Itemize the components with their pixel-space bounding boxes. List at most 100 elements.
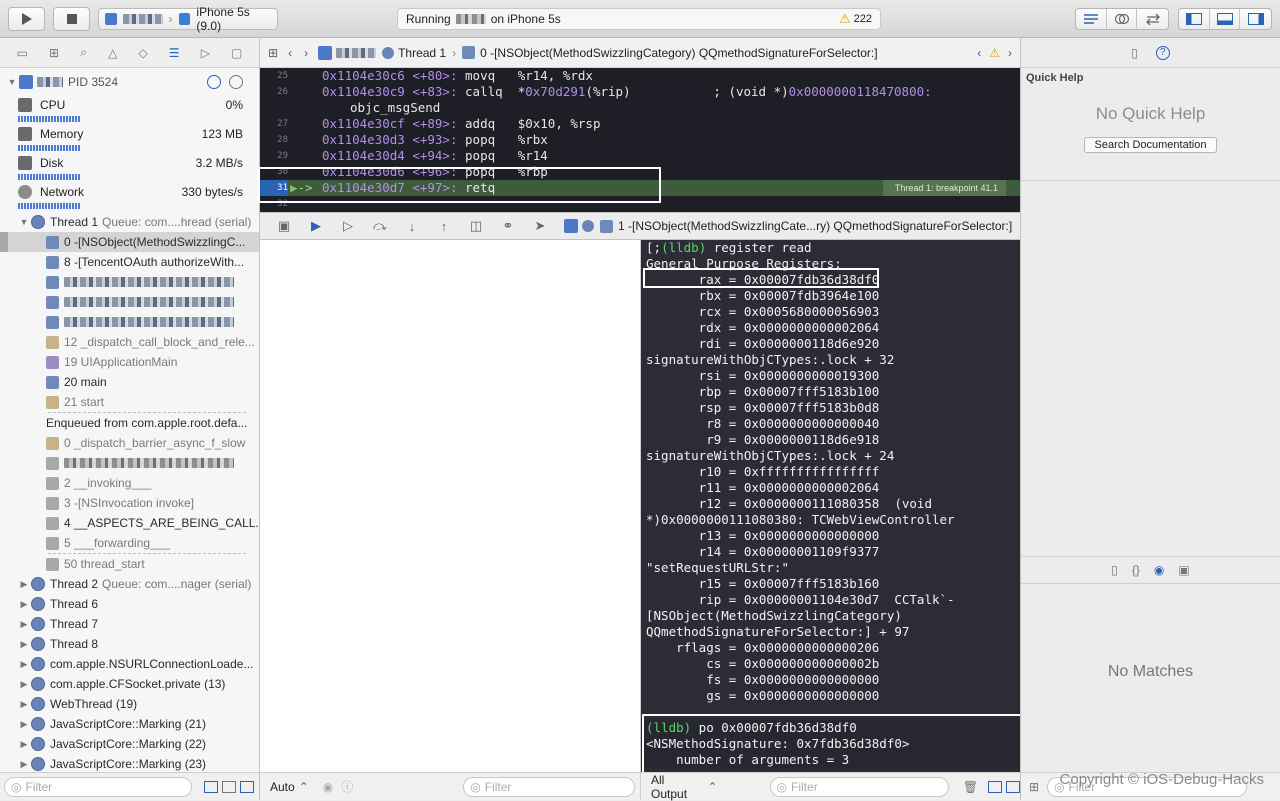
hide-debug-area-button[interactable]: ▣ [268, 216, 300, 236]
filter-threads-icon[interactable] [222, 781, 236, 793]
variables-filter-input[interactable]: ◎ Filter [463, 777, 635, 797]
code-line[interactable]: objc_msgSend [260, 100, 1020, 116]
disclosure-closed-icon[interactable]: ▶ [18, 679, 30, 690]
thread-row[interactable]: ▶JavaScriptCore::Marking (23) [0, 754, 259, 774]
thread-row[interactable]: ▶WebThread (19) [0, 694, 259, 714]
navigator-filter-input[interactable]: ◎ Filter [4, 777, 192, 797]
filter-grid-icon[interactable] [240, 781, 254, 793]
gauge-row-cpu[interactable]: CPU0% [0, 96, 259, 125]
split-left-icon[interactable] [988, 781, 1002, 793]
warning-count[interactable]: 222 [854, 13, 872, 25]
step-into-button[interactable]: ↓ [396, 216, 428, 236]
stack-frame-row[interactable]: 50 thread_start [0, 554, 259, 574]
step-over-button[interactable]: ⤼ [364, 216, 396, 236]
view-hierarchy-button[interactable]: ◫ [460, 216, 492, 236]
media-library-icon[interactable]: ▣ [1178, 563, 1189, 577]
stack-frame-row[interactable]: 4 __ASPECTS_ARE_BEING_CALL... [0, 513, 259, 533]
gauge-row-network[interactable]: Network330 bytes/s [0, 183, 259, 212]
folder-icon[interactable]: ▭ [17, 46, 28, 60]
disclosure-open-icon[interactable]: ▼ [6, 77, 18, 87]
scheme-selector[interactable]: › iPhone 5s (9.0) [98, 8, 278, 30]
pause-circle-icon[interactable] [229, 75, 243, 89]
output-select[interactable]: All Output [651, 773, 703, 801]
enqueued-row[interactable]: Enqueued from com.apple.root.defa... [0, 413, 259, 433]
breakpoint-icon[interactable]: ▷ [201, 46, 210, 60]
stack-frame-row[interactable]: 3 -[NSInvocation invoke] [0, 493, 259, 513]
step-out-button[interactable]: ↑ [428, 216, 460, 236]
standard-editor-button[interactable] [1076, 9, 1107, 29]
stack-frame-row[interactable] [0, 312, 259, 332]
grid-view-icon[interactable]: ⊞ [1029, 780, 1039, 794]
stop-button[interactable] [53, 7, 90, 31]
file-template-icon[interactable]: ▯ [1111, 563, 1118, 577]
forward-arrow-icon[interactable]: › [304, 46, 308, 60]
continue-button[interactable]: ▷ [332, 216, 364, 236]
stack-frame-row[interactable]: 21 start [0, 392, 259, 412]
disclosure-closed-icon[interactable]: ▶ [18, 719, 30, 730]
next-issue-icon[interactable]: › [1008, 46, 1012, 60]
code-snippet-icon[interactable]: {} [1132, 563, 1140, 577]
eye-icon[interactable]: ◉ [323, 780, 333, 794]
file-inspector-icon[interactable]: ▯ [1131, 46, 1138, 60]
stack-frame-row[interactable] [0, 292, 259, 312]
thread-row[interactable]: ▶Thread 8 [0, 634, 259, 654]
search-icon[interactable]: ⌕ [80, 45, 87, 60]
assistant-editor-button[interactable] [1107, 9, 1138, 29]
line-number[interactable]: 25 [260, 71, 288, 81]
breakpoints-toggle-button[interactable]: ▶ [300, 216, 332, 236]
simulate-location-button[interactable]: ➤ [524, 216, 556, 236]
report-icon[interactable]: ▢ [231, 46, 242, 60]
thread-row[interactable]: ▶JavaScriptCore::Marking (21) [0, 714, 259, 734]
quick-help-icon[interactable]: ? [1156, 46, 1170, 60]
memory-graph-button[interactable]: ⚭ [492, 216, 524, 236]
gauge-row-disk[interactable]: Disk3.2 MB/s [0, 154, 259, 183]
auto-select[interactable]: Auto [270, 780, 295, 794]
jump-frame[interactable]: 0 -[NSObject(MethodSwizzlingCategory) QQ… [480, 46, 878, 60]
thread-row[interactable]: ▼Thread 1Queue: com....hread (serial) [0, 212, 259, 232]
process-row[interactable]: ▼ PID 3524 [0, 68, 259, 96]
gauge-row-memory[interactable]: Memory123 MB [0, 125, 259, 154]
run-button[interactable] [8, 7, 45, 31]
disclosure-open-icon[interactable]: ▼ [18, 217, 30, 227]
hierarchy-icon[interactable]: ⊞ [49, 46, 59, 60]
related-items-icon[interactable]: ⊞ [268, 46, 278, 60]
code-line[interactable]: 280x1104e30d3 <+93>: popq %rbx [260, 132, 1020, 148]
version-editor-button[interactable] [1137, 9, 1168, 29]
line-number[interactable]: 29 [260, 151, 288, 161]
filter-crashed-icon[interactable] [204, 781, 218, 793]
thread-row[interactable]: ▶Thread 6 [0, 594, 259, 614]
stack-frame-row[interactable]: 12 _dispatch_call_block_and_rele... [0, 332, 259, 352]
issue-icon[interactable]: △ [108, 46, 117, 60]
thread-row[interactable]: ▶com.apple.CFSocket.private (13) [0, 674, 259, 694]
stack-frame-row[interactable]: 0 -[NSObject(MethodSwizzlingC... [0, 232, 259, 252]
debug-navigator-icon[interactable]: ☰ [169, 46, 180, 60]
warning-icon[interactable]: ⚠ [839, 11, 851, 27]
toggle-debug-area-button[interactable] [1210, 9, 1241, 29]
back-arrow-icon[interactable]: ‹ [288, 46, 292, 60]
disclosure-closed-icon[interactable]: ▶ [18, 759, 30, 770]
console-filter-input[interactable]: ◎ Filter [770, 777, 949, 797]
toggle-utilities-button[interactable] [1240, 9, 1271, 29]
issue-warning-icon[interactable]: ⚠ [989, 46, 1000, 60]
thread-row[interactable]: ▶JavaScriptCore::Marking (22) [0, 734, 259, 754]
disclosure-closed-icon[interactable]: ▶ [18, 619, 30, 630]
disclosure-closed-icon[interactable]: ▶ [18, 579, 30, 590]
disclosure-closed-icon[interactable]: ▶ [18, 599, 30, 610]
object-library-icon[interactable]: ◉ [1154, 563, 1164, 577]
thread-row[interactable]: ▶com.apple.NSURLConnectionLoade... [0, 654, 259, 674]
test-icon[interactable]: ◇ [138, 46, 147, 60]
disclosure-closed-icon[interactable]: ▶ [18, 699, 30, 710]
stack-frame-row[interactable]: 20 main [0, 372, 259, 392]
line-number[interactable]: 28 [260, 135, 288, 145]
search-documentation-button[interactable]: Search Documentation [1084, 137, 1217, 153]
code-line[interactable]: 250x1104e30c6 <+80>: movq %r14, %rdx [260, 68, 1020, 84]
stack-frame-row[interactable] [0, 272, 259, 292]
variables-view[interactable]: Auto ⌃ ◉ ⓘ ◎ Filter [260, 240, 641, 800]
console-view[interactable]: [;(lldb) register readGeneral Purpose Re… [641, 240, 1020, 772]
toggle-navigator-button[interactable] [1179, 9, 1210, 29]
debugbar-frame[interactable]: 1 -[NSObject(MethodSwizzlingCate...ry) Q… [618, 219, 1012, 233]
disclosure-closed-icon[interactable]: ▶ [18, 639, 30, 650]
gauge-circle-icon[interactable] [207, 75, 221, 89]
code-line[interactable]: 290x1104e30d4 <+94>: popq %r14 [260, 148, 1020, 164]
thread-row[interactable]: ▶Thread 2Queue: com....nager (serial) [0, 574, 259, 594]
